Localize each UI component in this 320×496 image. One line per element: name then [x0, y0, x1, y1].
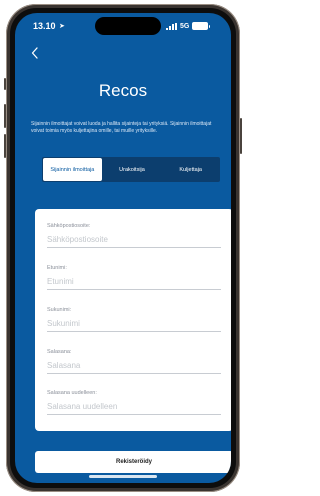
tab-kuljettaja[interactable]: Kuljettaja — [161, 157, 220, 182]
battery-icon — [192, 22, 211, 30]
first-name-field-group: Etunimi: — [47, 265, 221, 290]
tab-sijainnin-ilmoittaja[interactable]: Sijainnin ilmoittaja — [43, 158, 102, 181]
password-label: Salasana: — [47, 349, 72, 355]
register-button[interactable]: Rekisteröidy — [35, 451, 231, 473]
last-name-field-group: Sukunimi: — [47, 307, 221, 332]
phone-power-button — [240, 118, 242, 154]
password-confirm-label: Salasana uudelleen: — [47, 390, 97, 396]
email-field-group: Sähköpostiosoite: — [47, 223, 221, 248]
role-tabs: Sijainnin ilmoittaja Urakoitsija Kuljett… — [42, 157, 220, 182]
description-text: Sijainnin ilmoittajat voivat luoda ja ha… — [31, 121, 212, 134]
password-input[interactable] — [47, 361, 221, 374]
location-arrow-icon: ➤ — [59, 23, 65, 30]
password-field-group: Salasana: — [47, 349, 221, 374]
network-type: 5G — [180, 22, 190, 30]
home-indicator — [89, 475, 157, 478]
dynamic-island — [95, 17, 161, 35]
first-name-label: Etunimi: — [47, 265, 67, 271]
back-button[interactable] — [31, 47, 39, 61]
first-name-input[interactable] — [47, 277, 221, 290]
status-bar: 13.10 ➤ 5G — [15, 13, 231, 41]
password-confirm-field-group: Salasana uudelleen: — [47, 390, 221, 415]
status-indicators: 5G — [166, 22, 211, 30]
signal-bars-icon — [166, 22, 177, 30]
last-name-input[interactable] — [47, 319, 221, 332]
status-time: 13.10 — [33, 21, 56, 31]
email-label: Sähköpostiosoite: — [47, 223, 91, 229]
chevron-left-icon — [31, 47, 38, 59]
email-input[interactable] — [47, 235, 221, 248]
last-name-label: Sukunimi: — [47, 307, 72, 313]
password-confirm-input[interactable] — [47, 402, 221, 415]
app-screen: 13.10 ➤ 5G Recos Sijainnin ilmoittajat v… — [15, 13, 231, 483]
registration-form: Sähköpostiosoite: Etunimi: Sukunimi: Sal… — [35, 209, 231, 431]
tab-urakoitsija[interactable]: Urakoitsija — [103, 157, 162, 182]
app-title: Recos — [98, 81, 148, 100]
